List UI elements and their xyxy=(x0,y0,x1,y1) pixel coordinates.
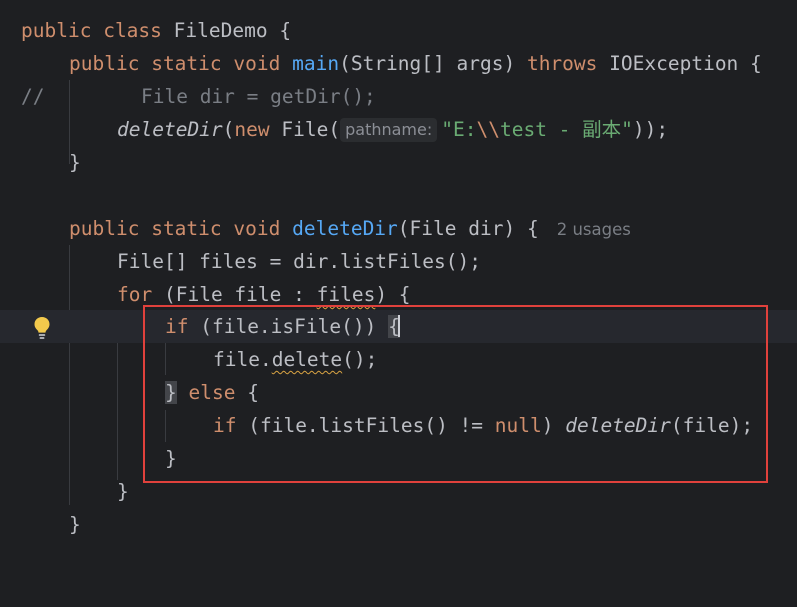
brace: } xyxy=(69,151,81,174)
keyword: public xyxy=(69,52,140,75)
method-name: deleteDir xyxy=(292,217,398,240)
warning-token[interactable]: files xyxy=(317,283,376,306)
brace: { xyxy=(750,52,762,75)
code-editor[interactable]: public class FileDemo { public static vo… xyxy=(0,0,797,550)
highlight-annotation-box xyxy=(143,305,768,483)
keyword: public xyxy=(21,19,92,42)
exception-type: IOException xyxy=(609,52,739,75)
code-line-7[interactable]: public static void deleteDir(File dir) {… xyxy=(0,212,797,245)
lightbulb-icon[interactable] xyxy=(33,316,51,340)
code-line-1[interactable]: public class FileDemo { xyxy=(0,14,797,47)
code-line-2[interactable]: public static void main(String[] args) t… xyxy=(0,47,797,80)
keyword: new xyxy=(234,118,270,141)
loop-header: (File file : xyxy=(163,283,317,306)
keyword: void xyxy=(233,52,281,75)
paren: ( xyxy=(222,118,235,141)
keyword: for xyxy=(117,283,153,306)
brace: { xyxy=(526,217,539,240)
parameter-hint: pathname: xyxy=(340,118,438,142)
brace: { xyxy=(279,19,292,42)
keyword: static xyxy=(151,217,222,240)
code-line-4[interactable]: deleteDir(new File(pathname: "E:\\test - … xyxy=(0,113,797,146)
brace: } xyxy=(117,480,129,503)
brace: } xyxy=(69,513,81,536)
code-line-5[interactable]: } xyxy=(0,146,797,179)
escape-sequence: \\ xyxy=(476,118,500,141)
params: (String[] args) xyxy=(339,52,516,75)
code-line-8[interactable]: File[] files = dir.listFiles(); xyxy=(0,245,797,278)
keyword: static xyxy=(151,52,222,75)
method-call: deleteDir xyxy=(117,118,223,141)
statement: File[] files = dir.listFiles(); xyxy=(117,250,481,273)
code-line-16[interactable]: } xyxy=(0,508,797,541)
usages-hint[interactable]: 2 usages xyxy=(557,220,631,239)
comment-marker: // xyxy=(21,85,45,108)
params: (File dir) xyxy=(397,217,516,240)
keyword: public xyxy=(69,217,140,240)
method-name: main xyxy=(292,52,340,75)
loop-header: ) { xyxy=(375,283,411,306)
paren: )); xyxy=(632,118,669,141)
code-line-3[interactable]: // File dir = getDir(); xyxy=(0,80,797,113)
string-literal: test - 副本" xyxy=(499,118,633,141)
keyword: throws xyxy=(526,52,598,75)
keyword: void xyxy=(233,217,281,240)
constructor: File( xyxy=(281,118,341,141)
string-literal: "E: xyxy=(441,118,477,141)
comment-text: File dir = getDir(); xyxy=(141,85,376,108)
class-name: FileDemo xyxy=(173,19,268,42)
keyword: class xyxy=(103,19,162,42)
